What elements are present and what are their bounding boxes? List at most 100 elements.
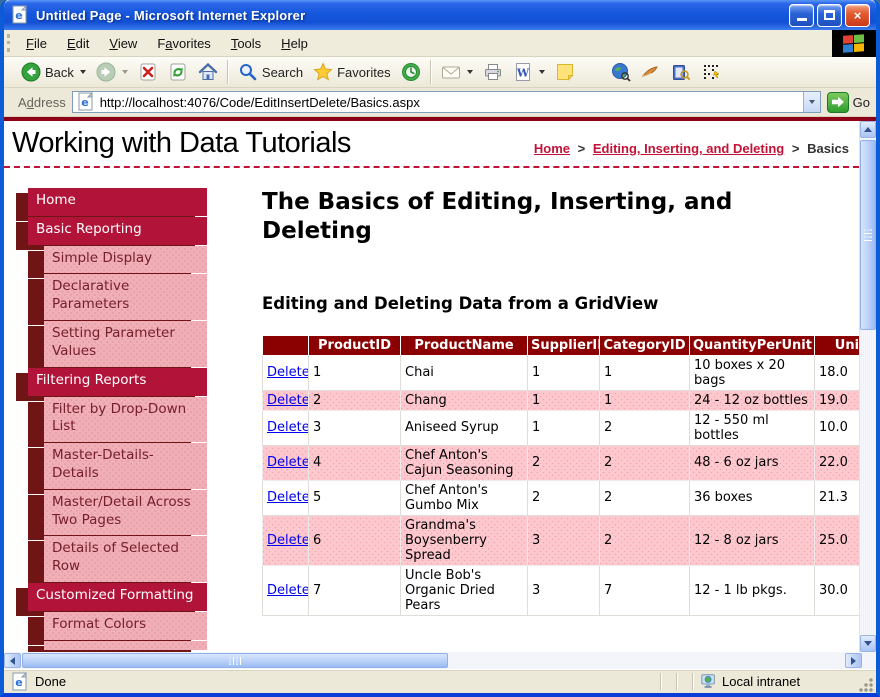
security-zone: Local intranet	[700, 674, 850, 689]
svg-text:e: e	[15, 676, 22, 689]
back-button[interactable]: Back	[16, 60, 91, 84]
delete-link[interactable]: Delete	[267, 583, 309, 598]
edit-with-word-button[interactable]: W	[508, 60, 550, 84]
cell-unit-price: 10.0	[815, 410, 860, 445]
cell-product-name: Uncle Bob's Organic Dried Pears	[401, 565, 528, 615]
cell-category-id: 2	[600, 515, 690, 565]
note-icon	[555, 62, 575, 82]
address-input[interactable]: e http://localhost:4076/Code/EditInsertD…	[72, 91, 821, 113]
minimize-button[interactable]	[789, 4, 814, 27]
column-header-delete	[263, 335, 309, 355]
sidebar-item-filtering-reports[interactable]: Filtering Reports	[28, 368, 207, 396]
lookup-button[interactable]	[666, 60, 696, 84]
mail-button[interactable]	[436, 60, 478, 84]
delete-link[interactable]: Delete	[267, 455, 309, 470]
menu-view[interactable]: View	[99, 32, 147, 55]
cell-category-id: 1	[600, 390, 690, 410]
cell-category-id: 2	[600, 480, 690, 515]
cell-unit-price: 22.0	[815, 445, 860, 480]
menubar-grip[interactable]	[7, 34, 14, 52]
search-button[interactable]: Search	[233, 60, 308, 84]
page-title: The Basics of Editing, Inserting, and De…	[262, 188, 777, 246]
horizontal-scrollbar[interactable]	[4, 652, 876, 669]
horizontal-scroll-thumb[interactable]	[22, 653, 448, 668]
ie-page-icon: e	[10, 5, 30, 25]
delete-link[interactable]: Delete	[267, 365, 309, 380]
refresh-button[interactable]	[163, 60, 193, 84]
delete-link[interactable]: Delete	[267, 533, 309, 548]
menu-favorites[interactable]: Favorites	[147, 32, 220, 55]
close-icon: ×	[854, 8, 862, 23]
address-dropdown-button[interactable]	[803, 92, 820, 112]
sidebar-menu: HomeBasic ReportingSimple DisplayDeclara…	[16, 188, 207, 651]
print-button[interactable]	[478, 60, 508, 84]
column-header-productid: ProductID	[309, 335, 401, 355]
go-button[interactable]: Go	[827, 92, 870, 113]
menu-help[interactable]: Help	[271, 32, 318, 55]
cell-product-id: 3	[309, 410, 401, 445]
breadcrumb: Home > Editing, Inserting, and Deleting …	[534, 141, 849, 156]
sidebar-item-setting-parameter-values[interactable]: Setting Parameter Values	[44, 321, 207, 367]
cell-quantity-per-unit: 48 - 6 oz jars	[690, 445, 815, 480]
main-content: The Basics of Editing, Inserting, and De…	[262, 188, 859, 651]
menu-edit[interactable]: Edit	[57, 32, 99, 55]
cell-product-name: Chef Anton's Cajun Seasoning	[401, 445, 528, 480]
security-zone-label: Local intranet	[722, 674, 800, 689]
sidebar-item-basic-reporting[interactable]: Basic Reporting	[28, 217, 207, 245]
column-header-supplierid: SupplierID	[528, 335, 600, 355]
sidebar-item-master-detail-across-two-pages[interactable]: Master/Detail Across Two Pages	[44, 490, 207, 536]
toolbar-separator	[430, 60, 432, 84]
close-button[interactable]: ×	[845, 4, 870, 27]
stop-button[interactable]	[133, 60, 163, 84]
delete-link[interactable]: Delete	[267, 393, 309, 408]
sidebar-item-customized-formatting[interactable]: Customized Formatting	[28, 583, 207, 611]
mail-dropdown-icon[interactable]	[467, 70, 473, 74]
cell-unit-price: 19.0	[815, 390, 860, 410]
sidebar-item-partial[interactable]	[44, 641, 207, 650]
scroll-up-button[interactable]	[860, 121, 876, 138]
cell-product-name: Chai	[401, 355, 528, 390]
favorites-button[interactable]: Favorites	[308, 60, 395, 84]
scroll-right-button[interactable]	[845, 653, 862, 668]
sidebar-item-filter-by-drop-down-list[interactable]: Filter by Drop-Down List	[44, 397, 207, 443]
cell-product-id: 4	[309, 445, 401, 480]
history-button[interactable]	[396, 60, 426, 84]
sidebar-item-format-colors[interactable]: Format Colors	[44, 612, 207, 640]
highlighter-button[interactable]	[636, 60, 666, 84]
browser-window: e Untitled Page - Microsoft Internet Exp…	[0, 0, 880, 697]
delete-link[interactable]: Delete	[267, 420, 309, 435]
maximize-button[interactable]	[817, 4, 842, 27]
menu-file[interactable]: File	[16, 32, 57, 55]
sidebar-item-master-details-details[interactable]: Master-Details-Details	[44, 443, 207, 489]
scroll-left-button[interactable]	[4, 653, 21, 668]
breadcrumb-home[interactable]: Home	[534, 141, 570, 156]
resize-grip[interactable]	[858, 677, 874, 693]
cell-product-id: 1	[309, 355, 401, 390]
toolbar-separator	[227, 60, 229, 84]
sidebar-item-simple-display[interactable]: Simple Display	[44, 246, 207, 274]
delete-link[interactable]: Delete	[267, 490, 309, 505]
table-row: Delete5Chef Anton's Gumbo Mix2236 boxes2…	[263, 480, 860, 515]
scroll-down-button[interactable]	[860, 635, 876, 652]
sidebar-item-declarative-parameters[interactable]: Declarative Parameters	[44, 274, 207, 320]
messenger-button[interactable]	[550, 60, 580, 84]
forward-button[interactable]	[91, 60, 133, 84]
home-button[interactable]	[193, 60, 223, 84]
sidebar-item-home[interactable]: Home	[28, 188, 207, 216]
page-header: Working with Data Tutorials Home > Editi…	[4, 121, 859, 168]
vertical-scrollbar[interactable]	[859, 121, 876, 652]
back-dropdown-icon[interactable]	[80, 70, 86, 74]
grid-tool-button[interactable]	[696, 60, 726, 84]
page-content: Working with Data Tutorials Home > Editi…	[4, 121, 859, 652]
vertical-scroll-track[interactable]	[860, 138, 876, 635]
edit-dropdown-icon[interactable]	[539, 70, 545, 74]
site-title: Working with Data Tutorials	[12, 127, 351, 160]
products-gridview: ProductIDProductNameSupplierIDCategoryID…	[262, 335, 859, 616]
forward-dropdown-icon[interactable]	[122, 70, 128, 74]
research-button[interactable]	[606, 60, 636, 84]
menu-tools[interactable]: Tools	[221, 32, 271, 55]
breadcrumb-separator: >	[788, 141, 803, 156]
sidebar-item-details-of-selected-row[interactable]: Details of Selected Row	[44, 536, 207, 582]
vertical-scroll-thumb[interactable]	[860, 140, 876, 330]
breadcrumb-editing-inserting-and-deleting[interactable]: Editing, Inserting, and Deleting	[593, 141, 784, 156]
